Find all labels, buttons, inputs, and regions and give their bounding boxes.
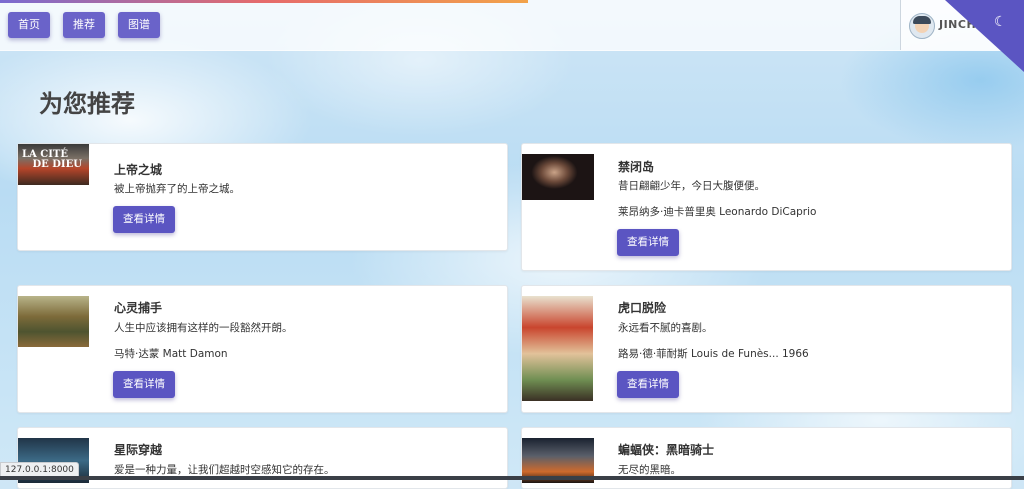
avatar-icon[interactable] — [909, 13, 935, 39]
movie-actor: 马特·达蒙 Matt Damon — [114, 348, 228, 360]
view-details-button[interactable]: 查看详情 — [617, 371, 679, 398]
theme-toggle-corner[interactable] — [945, 0, 1024, 72]
nav-home-button[interactable]: 首页 — [8, 12, 50, 38]
movie-card: 虎口脱险 永远看不腻的喜剧。 路易·德·菲耐斯 Louis de Funès..… — [521, 285, 1012, 413]
movie-actor: 路易·德·菲耐斯 Louis de Funès... 1966 — [618, 348, 809, 360]
movie-title: 虎口脱险 — [618, 301, 667, 315]
movie-poster[interactable] — [522, 154, 594, 200]
bottom-edge — [0, 476, 1024, 480]
movie-description: 被上帝抛弃了的上帝之城。 — [114, 183, 240, 195]
movie-title: 星际穿越 — [114, 443, 163, 457]
movie-card: 禁闭岛 昔日翩翩少年，今日大腹便便。 莱昂纳多·迪卡普里奥 Leonardo D… — [521, 143, 1012, 271]
movie-description: 爱是一种力量，让我们超越时空感知它的存在。 — [114, 464, 335, 476]
movie-description: 昔日翩翩少年，今日大腹便便。 — [618, 180, 765, 192]
movie-poster[interactable] — [522, 296, 593, 401]
movie-description: 人生中应该拥有这样的一段豁然开朗。 — [114, 322, 293, 334]
movie-card: LA CITÉ DE DIEU 上帝之城 被上帝抛弃了的上帝之城。 查看详情 — [17, 143, 508, 251]
movie-title: 心灵捕手 — [114, 301, 163, 315]
page-title: 为您推荐 — [39, 90, 135, 118]
movie-title: 上帝之城 — [114, 163, 163, 177]
avatar-hair — [913, 16, 931, 24]
view-details-button[interactable]: 查看详情 — [113, 371, 175, 398]
moon-icon[interactable]: ☾ — [994, 14, 1007, 30]
movie-actor: 莱昂纳多·迪卡普里奥 Leonardo DiCaprio — [618, 206, 817, 218]
view-details-button[interactable]: 查看详情 — [113, 206, 175, 233]
movie-poster[interactable]: LA CITÉ DE DIEU — [18, 144, 89, 185]
movie-title: 禁闭岛 — [618, 160, 655, 174]
nav-graph-button[interactable]: 图谱 — [118, 12, 160, 38]
top-navbar: 首页 推荐 图谱 JINCHE ☾ — [0, 0, 1024, 72]
page-progress-bar — [0, 0, 528, 3]
movie-card: 心灵捕手 人生中应该拥有这样的一段豁然开朗。 马特·达蒙 Matt Damon … — [17, 285, 508, 413]
poster-title-text: LA CITÉ DE DIEU — [22, 149, 82, 170]
movie-description: 无尽的黑暗。 — [618, 464, 681, 476]
movie-title: 蝙蝠侠：黑暗骑士 — [618, 443, 715, 457]
nav-recommend-button[interactable]: 推荐 — [63, 12, 105, 38]
movie-poster[interactable] — [18, 296, 89, 347]
movie-description: 永远看不腻的喜剧。 — [618, 322, 713, 334]
view-details-button[interactable]: 查看详情 — [617, 229, 679, 256]
